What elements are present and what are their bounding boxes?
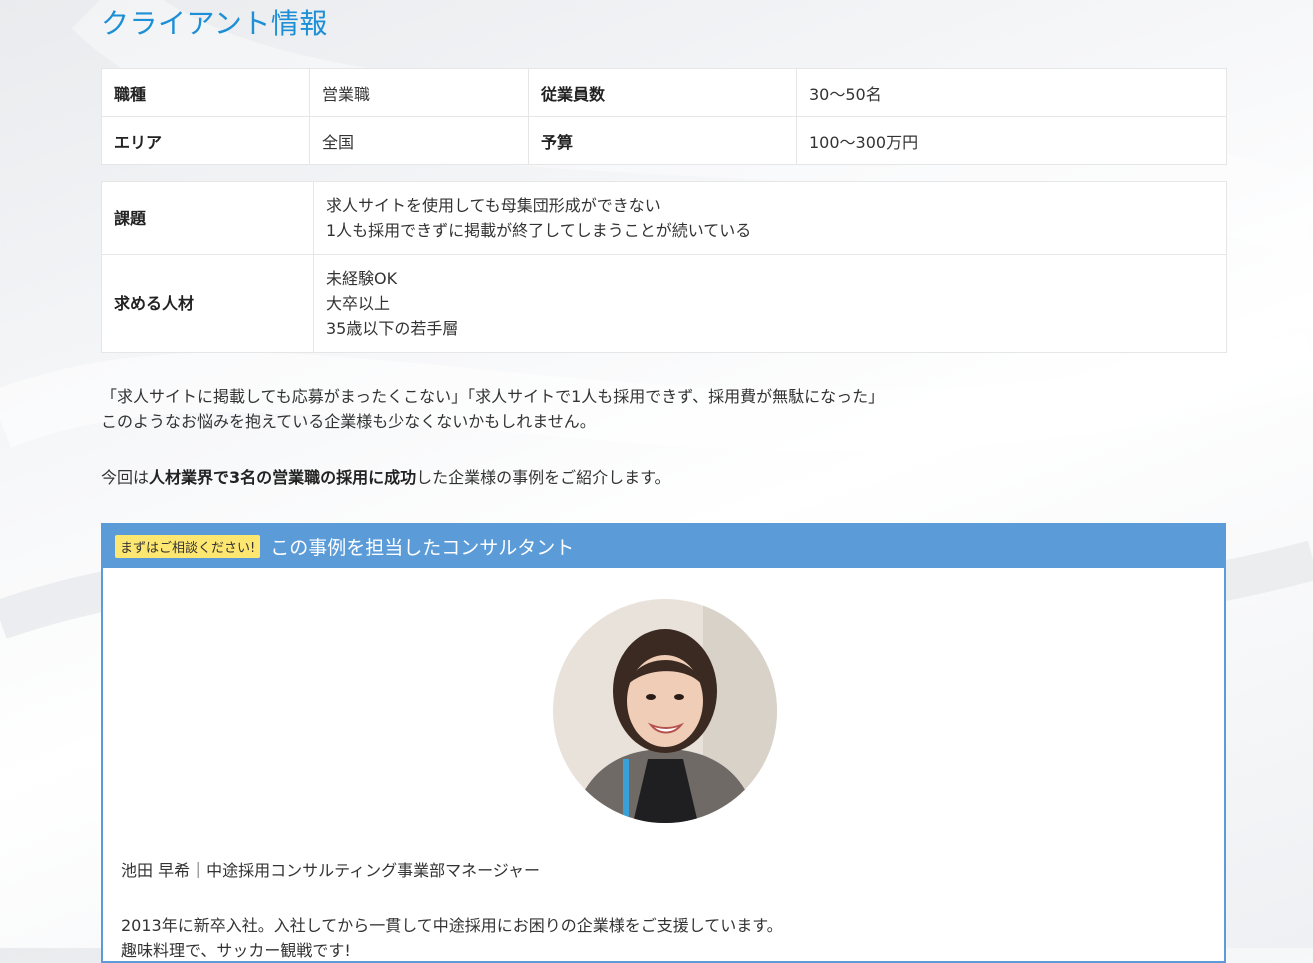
- budget-label: 予算: [528, 116, 797, 165]
- consultant-name: 池田 早希｜中途採用コンサルティング事業部マネージャー: [121, 861, 541, 880]
- talent-label: 求める人材: [101, 254, 314, 353]
- area-value: 全国: [309, 116, 529, 165]
- intro-line: このようなお悩みを抱えている企業様も少なくないかもしれません。: [101, 412, 596, 431]
- table-row: 求める人材 未経験OK 大卒以上 35歳以下の若手層: [101, 254, 1227, 353]
- consultant-bio: 2013年に新卒入社。入社してから一貫して中途採用にお困りの企業様をご支援してい…: [121, 913, 783, 963]
- table-row: エリア 全国 予算 100〜300万円: [101, 116, 1227, 165]
- table-row: 職種 営業職 従業員数 30〜50名: [101, 68, 1227, 117]
- table-row: 課題 求人サイトを使用しても母集団形成ができない 1人も採用できずに掲載が終了し…: [101, 181, 1227, 255]
- consultant-avatar: [553, 599, 777, 823]
- talent-line: 未経験OK: [326, 269, 398, 288]
- bio-line: 趣味料理で、サッカー観戦です!: [121, 941, 351, 960]
- occupation-value: 営業職: [309, 68, 529, 117]
- consultant-box-title: この事例を担当したコンサルタント: [270, 537, 575, 559]
- consult-badge: まずはご相談ください!: [115, 535, 261, 558]
- issue-label: 課題: [101, 181, 314, 255]
- intro-text: 「求人サイトに掲載しても応募がまったくこない」「求人サイトで1人も採用できず、採…: [101, 384, 884, 490]
- talent-line: 35歳以下の若手層: [326, 319, 459, 338]
- intro-highlight: 人材業界で3名の営業職の採用に成功: [149, 468, 417, 487]
- summary-table: 職種 営業職 従業員数 30〜50名 エリア 全国 予算 100〜300万円: [101, 68, 1227, 165]
- consultant-photo-icon: [553, 599, 777, 823]
- employee-count-value: 30〜50名: [796, 68, 1227, 117]
- consultant-box-header: まずはご相談ください! この事例を担当したコンサルタント: [103, 525, 1224, 568]
- consultant-box: まずはご相談ください! この事例を担当したコンサルタント 池田 早希｜中途採用コ…: [101, 523, 1226, 963]
- issue-line: 1人も採用できずに掲載が終了してしまうことが続いている: [326, 221, 752, 240]
- area-label: エリア: [101, 116, 310, 165]
- intro-post: した企業様の事例をご紹介します。: [416, 468, 671, 487]
- issue-line: 求人サイトを使用しても母集団形成ができない: [326, 196, 661, 215]
- page-title: クライアント情報: [101, 7, 328, 40]
- details-table: 課題 求人サイトを使用しても母集団形成ができない 1人も採用できずに掲載が終了し…: [101, 181, 1227, 353]
- bio-line: 2013年に新卒入社。入社してから一貫して中途採用にお困りの企業様をご支援してい…: [121, 916, 783, 935]
- issue-value: 求人サイトを使用しても母集団形成ができない 1人も採用できずに掲載が終了してしま…: [313, 181, 1227, 255]
- talent-value: 未経験OK 大卒以上 35歳以下の若手層: [313, 254, 1227, 353]
- employee-count-label: 従業員数: [528, 68, 797, 117]
- talent-line: 大卒以上: [326, 294, 391, 313]
- intro-line: 「求人サイトに掲載しても応募がまったくこない」「求人サイトで1人も採用できず、採…: [101, 387, 885, 406]
- occupation-label: 職種: [101, 68, 310, 117]
- intro-line: 今回は人材業界で3名の営業職の採用に成功した企業様の事例をご紹介します。: [101, 465, 884, 490]
- intro-pre: 今回は: [101, 468, 150, 487]
- budget-value: 100〜300万円: [796, 116, 1227, 165]
